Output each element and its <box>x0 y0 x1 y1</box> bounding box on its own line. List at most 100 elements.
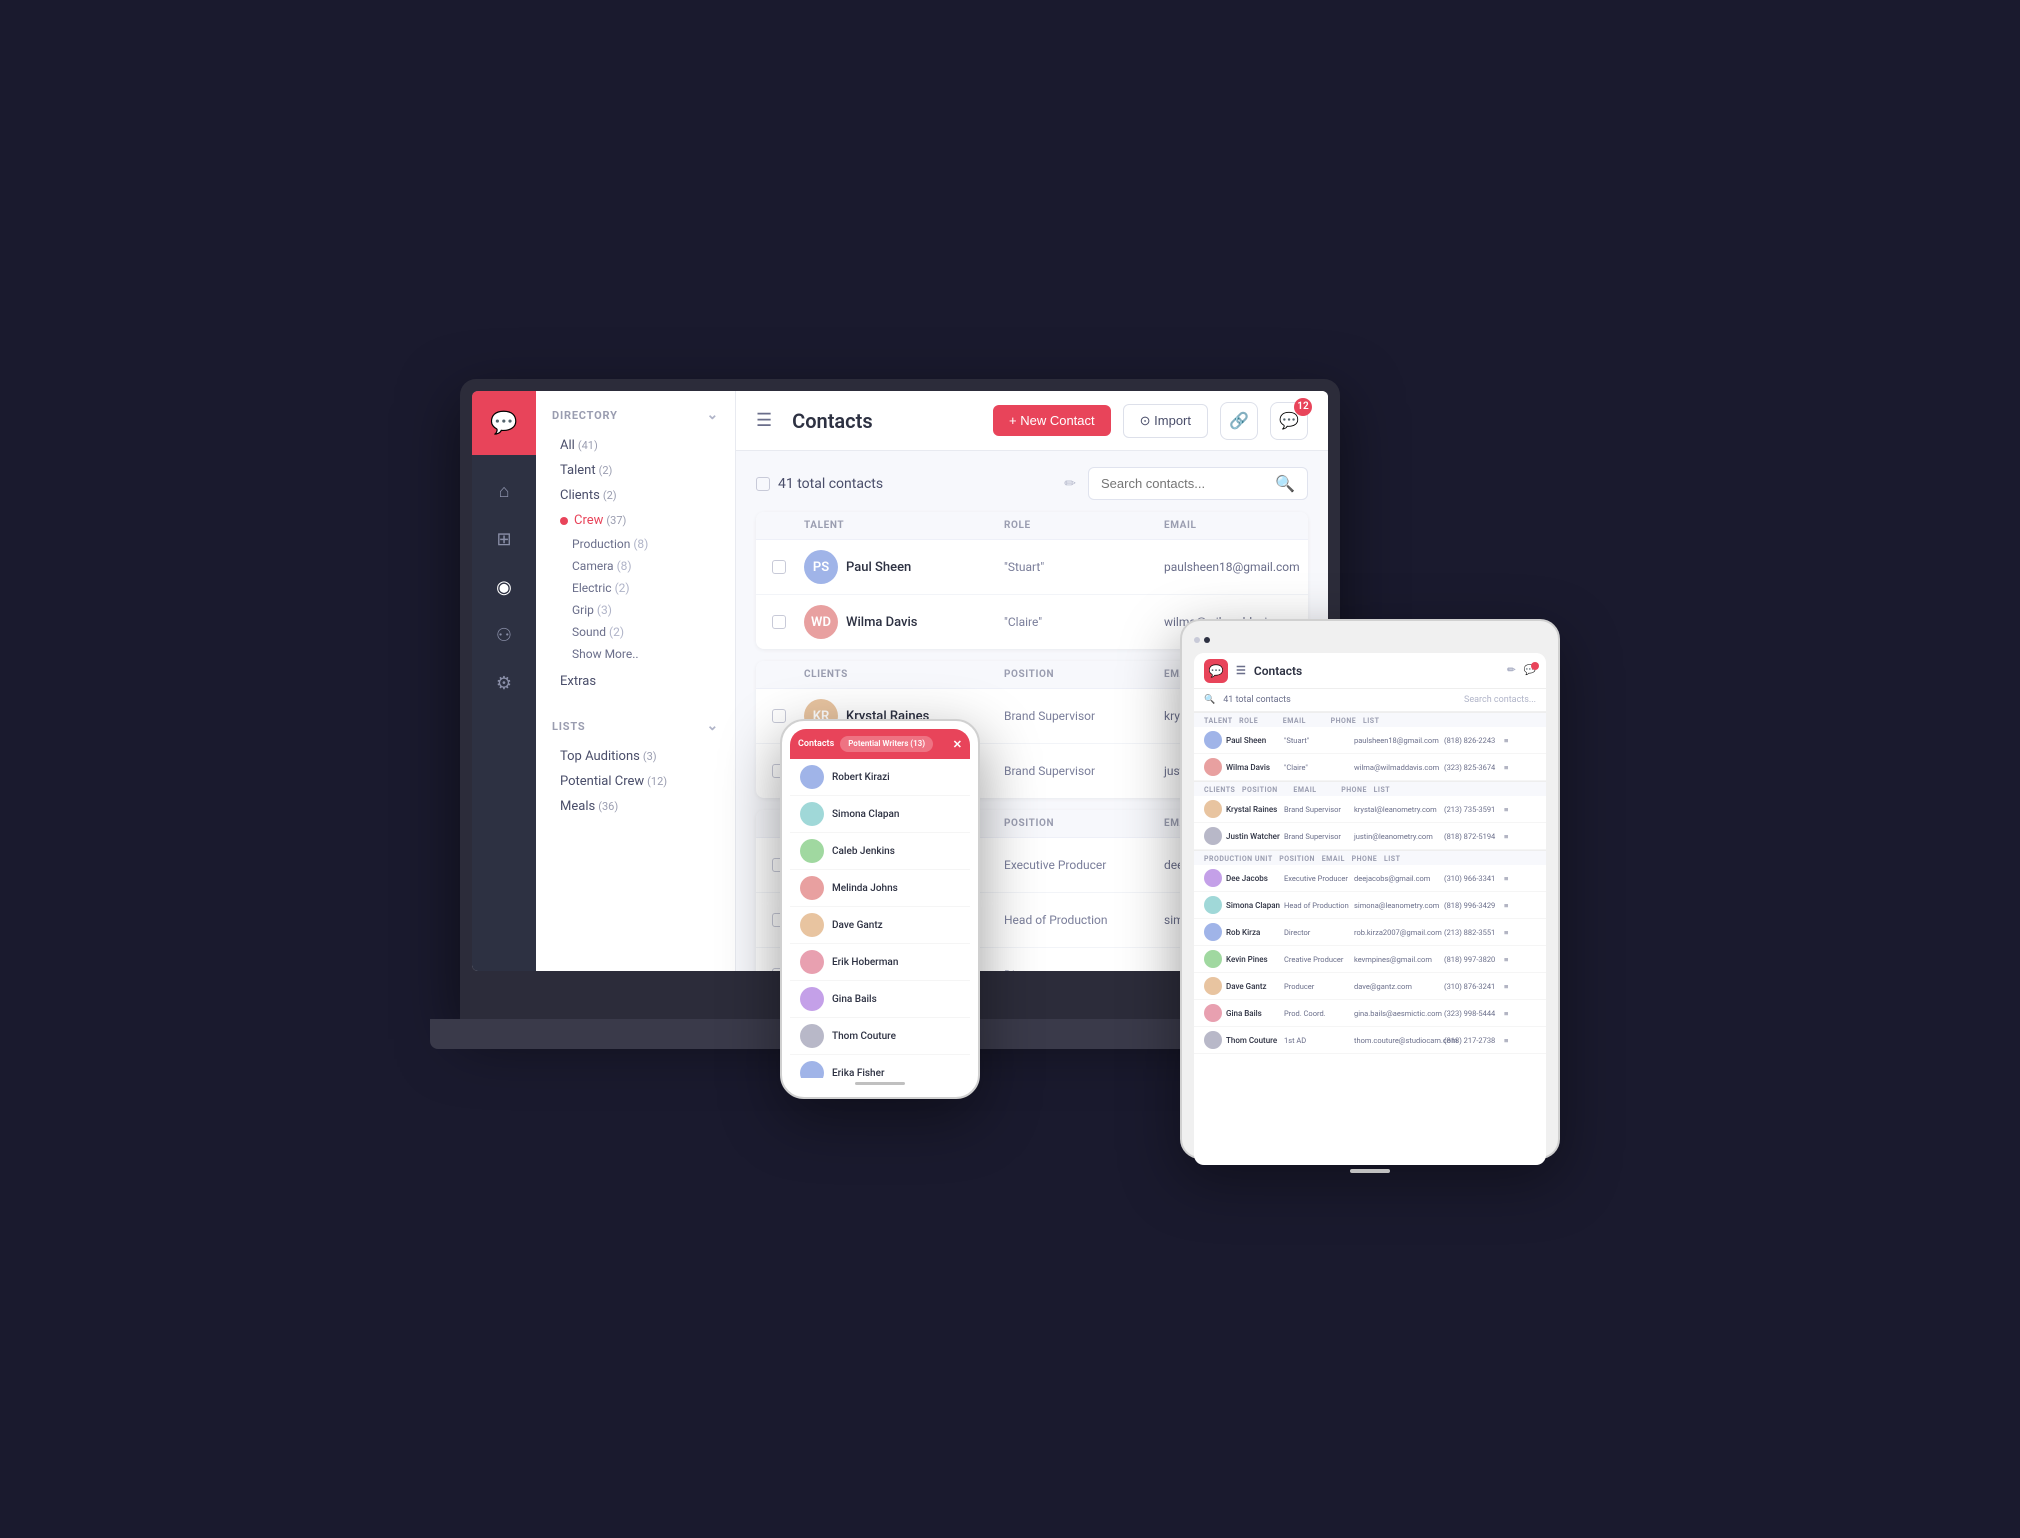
thom-couture-phone-name: Thom Couture <box>832 1031 896 1042</box>
nav-settings[interactable]: ⚙ <box>484 663 524 703</box>
nav-group[interactable]: ⚇ <box>484 615 524 655</box>
new-contact-button[interactable]: + New Contact <box>993 405 1111 436</box>
tablet-edit-icon[interactable]: ✏ <box>1507 665 1515 676</box>
table-row: PS Paul Sheen "Stuart" paulsheen18@gmail… <box>756 540 1308 595</box>
tablet-talent-label: TALENT ROLE EMAIL PHONE LIST <box>1194 712 1546 727</box>
row-checkbox[interactable] <box>772 615 786 629</box>
tablet-row: Krystal Raines Brand Supervisor krystal@… <box>1194 796 1546 823</box>
tablet-row: Gina Bails Prod. Coord. gina.bails@aesmi… <box>1194 1000 1546 1027</box>
icon-nav: ⌂ ⊞ ◉ ⚇ ⚙ <box>484 463 524 711</box>
tablet-avatar <box>1204 896 1222 914</box>
tablet-avatar <box>1204 1004 1222 1022</box>
import-button[interactable]: ⊙ Import <box>1123 404 1208 438</box>
sidebar-item-potential-crew[interactable]: Potential Crew (12) <box>552 769 719 794</box>
sidebar-sub-camera[interactable]: Camera (8) <box>552 555 719 577</box>
phone-tab-contacts[interactable]: Contacts <box>798 739 834 749</box>
nav-briefcase[interactable]: ⊞ <box>484 519 524 559</box>
tablet-logo: 💬 <box>1204 659 1228 683</box>
logo-area[interactable]: 💬 <box>472 391 536 455</box>
sidebar-item-talent[interactable]: Talent (2) <box>552 458 719 483</box>
phone-avatar <box>800 950 824 974</box>
tablet-row: Simona Clapan Head of Production simona@… <box>1194 892 1546 919</box>
tablet-dot-active <box>1204 637 1210 643</box>
tablet-sub-header: 🔍 41 total contacts Search contacts... <box>1194 689 1546 712</box>
select-all-checkbox[interactable] <box>756 477 770 491</box>
talent-header: TALENT ROLE EMAIL PHONE LIST <box>756 512 1308 540</box>
phone-avatar <box>800 765 824 789</box>
phone-list-item[interactable]: Erik Hoberman <box>790 944 970 981</box>
phone-avatar <box>800 987 824 1011</box>
search-box: 🔍 <box>1088 467 1308 500</box>
phone-avatar <box>800 1024 824 1048</box>
total-contacts-label: 41 total contacts ✏ <box>756 476 1076 492</box>
phone-screen: Contacts Potential Writers (13) ✕ Robert… <box>790 729 970 1089</box>
edit-icon[interactable]: ✏ <box>1064 476 1076 492</box>
phone-list-item[interactable]: Thom Couture <box>790 1018 970 1055</box>
lists-chevron[interactable]: ⌄ <box>706 718 719 734</box>
phone-avatar <box>800 1061 824 1078</box>
tablet-notification-icon[interactable]: 💬 <box>1524 665 1536 676</box>
tablet-clients-label: CLIENTS POSITION EMAIL PHONE LIST <box>1194 781 1546 796</box>
tablet-dot <box>1194 637 1200 643</box>
tablet-prod-label: PRODUCTION UNIT POSITION EMAIL PHONE LIS… <box>1194 850 1546 865</box>
hamburger-icon[interactable]: ☰ <box>756 410 772 431</box>
phone-list-item[interactable]: Melinda Johns <box>790 870 970 907</box>
link-icon-button[interactable]: 🔗 <box>1220 402 1258 440</box>
phone-list-item[interactable]: Simona Clapan <box>790 796 970 833</box>
phone-avatar <box>800 876 824 900</box>
phone-home-indicator <box>855 1082 905 1085</box>
icon-sidebar: 💬 ⌂ ⊞ ◉ ⚇ ⚙ <box>472 391 536 971</box>
sidebar-sub-show-more[interactable]: Show More.. <box>552 643 719 665</box>
sidebar-item-all[interactable]: All (41) <box>552 433 719 458</box>
tablet-avatar <box>1204 923 1222 941</box>
phone-list-item[interactable]: Robert Kirazi <box>790 759 970 796</box>
phone-avatar <box>800 913 824 937</box>
sidebar-item-meals[interactable]: Meals (36) <box>552 794 719 819</box>
logo-icon: 💬 <box>490 411 517 436</box>
phone-avatar <box>800 839 824 863</box>
directory-chevron[interactable]: ⌄ <box>706 407 719 423</box>
tablet-avatar <box>1204 800 1222 818</box>
tablet-avatar <box>1204 731 1222 749</box>
tablet-search-field[interactable]: Search contacts... <box>1464 695 1536 705</box>
tablet-screen: 💬 ☰ Contacts ✏ 💬 🔍 41 total contacts Sea… <box>1194 653 1546 1165</box>
tablet-row: Dave Gantz Producer dave@gantz.com (310)… <box>1194 973 1546 1000</box>
tablet-avatar <box>1204 758 1222 776</box>
sidebar-sub-production[interactable]: Production (8) <box>552 533 719 555</box>
row-checkbox[interactable] <box>772 560 786 574</box>
contact-name-cell: WD Wilma Davis <box>804 605 1004 639</box>
sidebar-sub-sound[interactable]: Sound (2) <box>552 621 719 643</box>
tablet-hamburger[interactable]: ☰ <box>1236 664 1246 677</box>
sidebar-item-crew[interactable]: Crew (37) <box>552 508 719 533</box>
sidebar-item-clients[interactable]: Clients (2) <box>552 483 719 508</box>
content-header: 41 total contacts ✏ 🔍 <box>756 467 1308 500</box>
directory-header: DIRECTORY ⌄ <box>552 407 719 423</box>
sidebar-sub-grip[interactable]: Grip (3) <box>552 599 719 621</box>
nav-contacts[interactable]: ◉ <box>484 567 524 607</box>
tablet-avatar <box>1204 827 1222 845</box>
row-checkbox[interactable] <box>772 709 786 723</box>
tablet-title: Contacts <box>1254 664 1499 678</box>
contact-name-cell: PS Paul Sheen <box>804 550 1004 584</box>
search-input[interactable] <box>1101 476 1267 491</box>
sidebar-sub-electric[interactable]: Electric (2) <box>552 577 719 599</box>
notifications-button[interactable]: 💬 12 <box>1270 402 1308 440</box>
phone-list-item[interactable]: Dave Gantz <box>790 907 970 944</box>
tablet-row: Paul Sheen "Stuart" paulsheen18@gmail.co… <box>1194 727 1546 754</box>
tablet-row: Justin Watcher Brand Supervisor justin@l… <box>1194 823 1546 850</box>
phone-list-item[interactable]: Gina Bails <box>790 981 970 1018</box>
avatar: WD <box>804 605 838 639</box>
directory-section: DIRECTORY ⌄ All (41) Talent (2) Client <box>536 391 735 702</box>
tablet-avatar <box>1204 1031 1222 1049</box>
phone-list-item[interactable]: Caleb Jenkins <box>790 833 970 870</box>
tablet-avatar <box>1204 950 1222 968</box>
sidebar-item-extras[interactable]: Extras <box>552 669 719 694</box>
phone-list: Robert Kirazi Simona Clapan Caleb Jenkin… <box>790 759 970 1078</box>
phone-list-item[interactable]: Erika Fisher <box>790 1055 970 1078</box>
nav-home[interactable]: ⌂ <box>484 471 524 511</box>
phone-close-button[interactable]: ✕ <box>953 738 962 751</box>
sidebar-item-top-auditions[interactable]: Top Auditions (3) <box>552 744 719 769</box>
tablet-topbar: 💬 ☰ Contacts ✏ 💬 <box>1194 653 1546 689</box>
scene: 💬 ⌂ ⊞ ◉ ⚇ ⚙ DIRECTORY ⌄ <box>460 379 1560 1159</box>
phone-tab-writers[interactable]: Potential Writers (13) <box>840 736 933 752</box>
